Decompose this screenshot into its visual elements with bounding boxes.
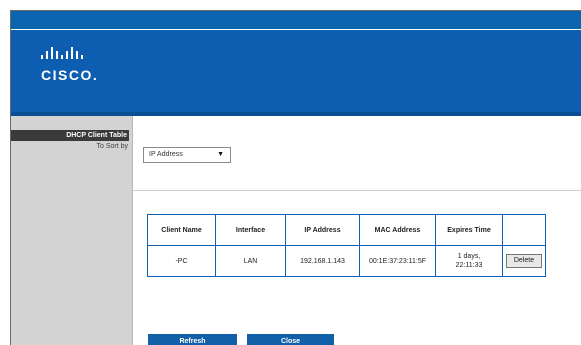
mac-address-cell: 00:1E:37:23:11:5F xyxy=(359,245,436,277)
col-expires-time: Expires Time xyxy=(435,214,503,246)
interface-cell: LAN xyxy=(215,245,286,277)
app-window: CISCO. DHCP Client Table To Sort by IP A… xyxy=(10,10,581,345)
sidebar-title: DHCP Client Table xyxy=(11,130,129,141)
refresh-button[interactable]: Refresh xyxy=(148,334,237,345)
delete-button[interactable]: Delete xyxy=(506,254,542,268)
header-banner: CISCO. xyxy=(11,30,581,112)
dhcp-client-table: Client Name Interface IP Address MAC Add… xyxy=(147,214,546,277)
expires-time-cell: 1 days, 22:11:33 xyxy=(435,245,503,277)
col-interface: Interface xyxy=(215,214,286,246)
sidebar: DHCP Client Table To Sort by xyxy=(11,116,133,345)
dropdown-arrow-icon: ▼ xyxy=(217,151,224,158)
close-button[interactable]: Close xyxy=(247,334,334,345)
section-divider xyxy=(133,190,581,191)
main-panel: IP Address ▼ Client Name Interface IP Ad… xyxy=(133,116,581,345)
expires-days: 1 days, xyxy=(457,253,481,260)
ip-address-cell: 192.168.1.143 xyxy=(285,245,360,277)
sort-label: To Sort by xyxy=(96,143,128,150)
cisco-wordmark: CISCO. xyxy=(41,67,99,83)
col-mac-address: MAC Address xyxy=(359,214,436,246)
col-ip-address: IP Address xyxy=(285,214,360,246)
client-name-cell: -PC xyxy=(147,245,216,277)
col-action xyxy=(502,214,546,246)
action-cell: Delete xyxy=(502,245,546,277)
cisco-bars-icon xyxy=(41,47,83,59)
expires-clock: 22:11:33 xyxy=(455,262,483,269)
sort-by-value: IP Address xyxy=(149,151,183,158)
sort-by-select[interactable]: IP Address ▼ xyxy=(143,147,231,163)
table-row: -PC LAN 192.168.1.143 00:1E:37:23:11:5F … xyxy=(147,245,546,277)
table-header-row: Client Name Interface IP Address MAC Add… xyxy=(147,214,546,246)
top-stripe xyxy=(11,11,581,29)
cisco-logo: CISCO. xyxy=(40,47,97,83)
col-client-name: Client Name xyxy=(147,214,216,246)
